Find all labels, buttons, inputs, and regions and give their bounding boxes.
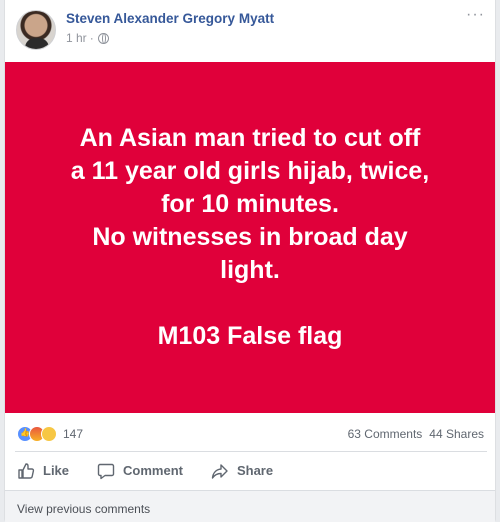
post-text-footer: M103 False flag [157, 322, 343, 350]
thumbs-up-icon [18, 462, 35, 479]
avatar-figure [25, 38, 49, 49]
globe-icon[interactable] [97, 32, 109, 44]
post-header: Steven Alexander Gregory Myatt 1 hr · ··… [5, 0, 495, 62]
comment-label: Comment [123, 463, 183, 478]
share-label: Share [236, 463, 274, 478]
author-name-link[interactable]: Steven Alexander Gregory Myatt [66, 11, 274, 26]
reaction-count: 147 [63, 427, 84, 441]
ellipsis-icon[interactable]: ··· [466, 6, 485, 24]
post-stats: 147 63 Comments 44 Shares [5, 413, 495, 451]
comments-count-link[interactable]: 63 Comments [348, 427, 423, 441]
shares-count-link[interactable]: 44 Shares [429, 427, 484, 441]
haha-icon [41, 426, 57, 442]
comment-bubble-icon [97, 463, 115, 479]
post-card: Steven Alexander Gregory Myatt 1 hr · ··… [4, 0, 496, 522]
post-actions: Like Comment Share [15, 451, 487, 489]
like-label: Like [43, 463, 70, 478]
engagement-counts: 63 Comments 44 Shares [348, 427, 484, 441]
share-button[interactable]: Share [209, 462, 273, 480]
reactions-summary[interactable]: 147 [17, 426, 83, 442]
share-arrow-icon [211, 463, 228, 479]
like-button[interactable]: Like [15, 462, 69, 480]
post-text-background: An Asian man tried to cut off a 11 year … [5, 62, 495, 413]
post-timestamp[interactable]: 1 hr [66, 31, 87, 45]
meta-separator: · [89, 31, 94, 45]
view-previous-comments-link[interactable]: View previous comments [17, 502, 150, 516]
post-text-line: An Asian man tried to cut off [79, 124, 421, 152]
post-meta: 1 hr · [66, 31, 109, 45]
post-text-line: light. [220, 256, 280, 284]
comments-section: View previous comments [5, 490, 495, 522]
post-text-line: a 11 year old girls hijab, twice, [70, 157, 430, 185]
comment-button[interactable]: Comment [95, 462, 183, 480]
post-text-line: No witnesses in broad day [92, 223, 408, 251]
author-avatar[interactable] [16, 10, 56, 50]
post-text-line: for 10 minutes. [161, 190, 339, 218]
